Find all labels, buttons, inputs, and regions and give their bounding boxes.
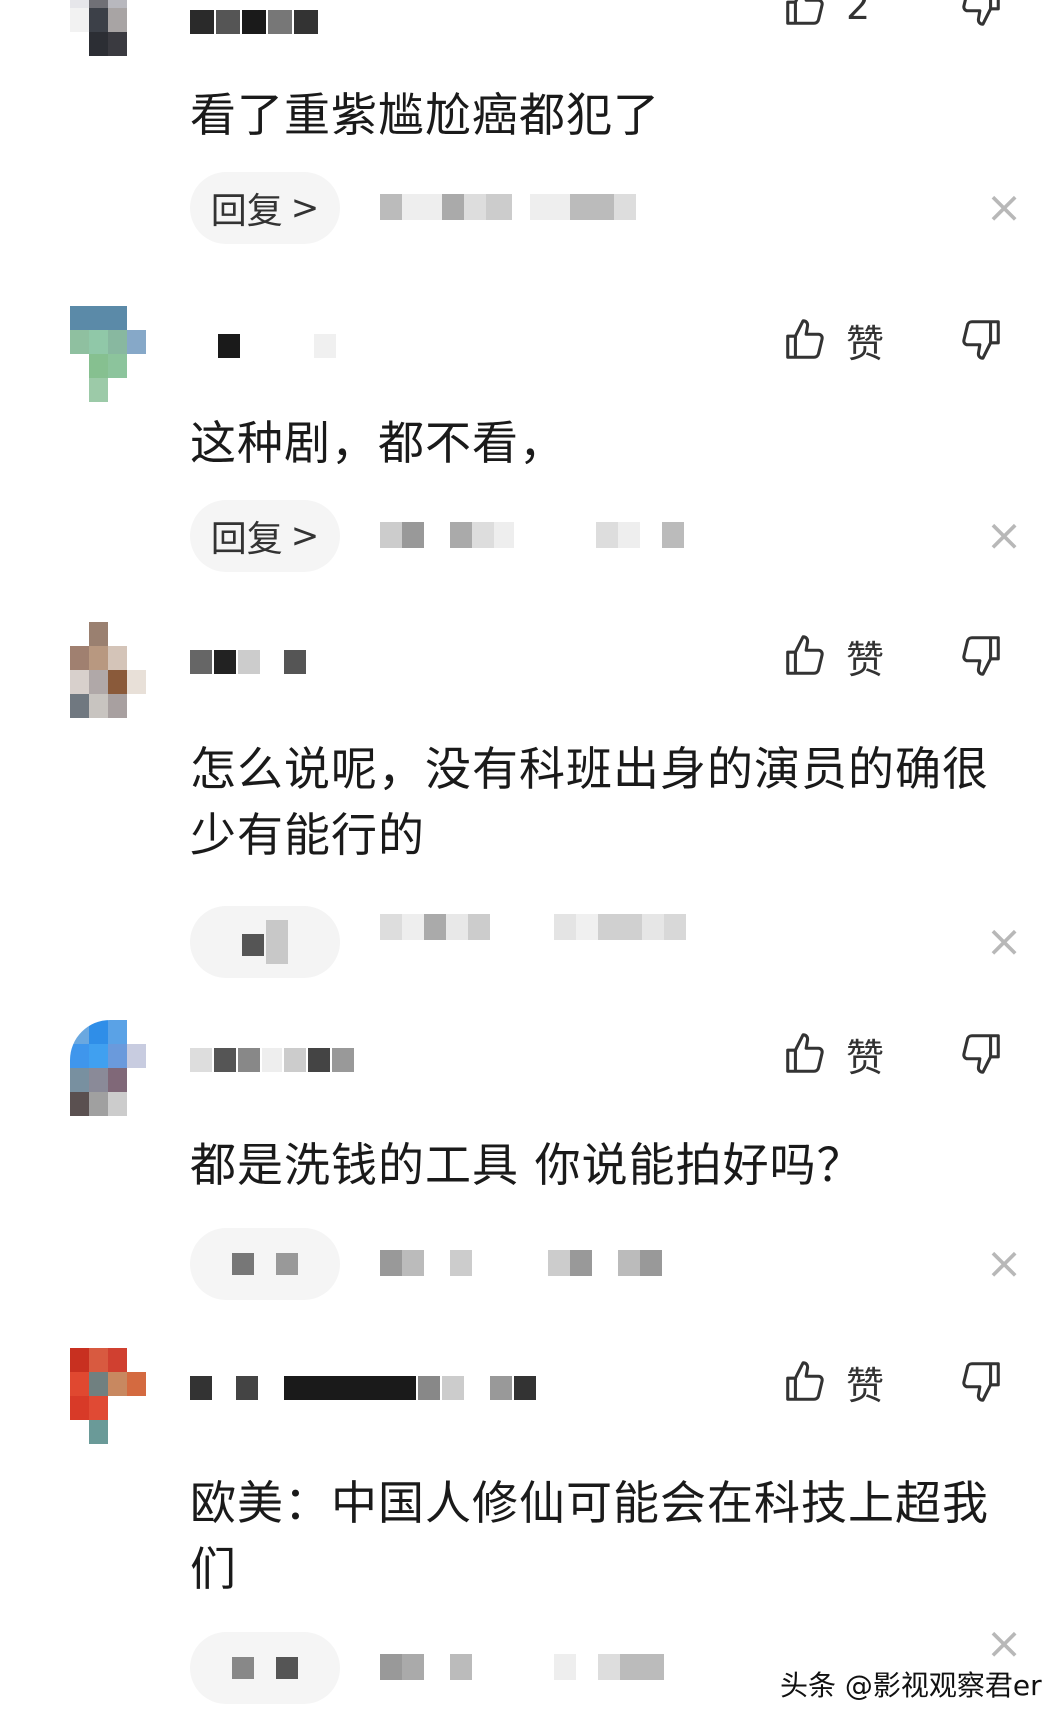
like-button[interactable]: 赞 bbox=[782, 1356, 884, 1408]
comment-meta bbox=[380, 1250, 472, 1278]
comment-time bbox=[596, 522, 684, 550]
username[interactable] bbox=[190, 0, 320, 48]
thumbs-up-icon bbox=[786, 635, 824, 675]
close-icon[interactable]: × bbox=[978, 510, 1030, 562]
comment-text: 这种剧，都不看， bbox=[190, 416, 566, 470]
comment-time bbox=[530, 194, 636, 222]
comment-time bbox=[548, 1250, 662, 1278]
like-label: 赞 bbox=[846, 1363, 885, 1408]
thumbs-up-icon bbox=[786, 319, 824, 359]
username[interactable] bbox=[190, 1362, 538, 1414]
reply-button[interactable] bbox=[190, 1632, 340, 1704]
thumbs-down-icon bbox=[962, 1362, 1000, 1402]
thumbs-down-icon bbox=[962, 636, 1000, 676]
watermark: 头条 @影视观察君er bbox=[780, 1669, 1042, 1702]
thumbs-up-icon bbox=[786, 1033, 824, 1073]
comment-meta bbox=[380, 194, 512, 222]
close-icon[interactable]: × bbox=[978, 182, 1030, 234]
dislike-button[interactable] bbox=[958, 1030, 1006, 1078]
avatar[interactable] bbox=[70, 0, 146, 56]
dislike-button[interactable] bbox=[958, 0, 1006, 30]
dislike-button[interactable] bbox=[958, 1358, 1006, 1406]
thumbs-down-icon bbox=[962, 1034, 1000, 1074]
avatar[interactable] bbox=[70, 622, 146, 718]
avatar[interactable] bbox=[70, 1020, 146, 1116]
like-button[interactable]: 赞 bbox=[782, 630, 884, 682]
like-button[interactable]: 赞 bbox=[782, 1028, 884, 1080]
thumbs-up-icon bbox=[786, 0, 824, 25]
comment-meta bbox=[380, 522, 514, 550]
comment-meta bbox=[380, 914, 490, 942]
like-button[interactable]: 赞 bbox=[782, 314, 884, 366]
chevron-right-icon: > bbox=[290, 188, 320, 228]
comment-actions: × bbox=[190, 1228, 1022, 1300]
comment-time bbox=[554, 1654, 664, 1682]
username[interactable] bbox=[190, 636, 308, 688]
username[interactable] bbox=[190, 1034, 356, 1086]
comment-text: 欧美：中国人修仙可能会在科技上超我们 bbox=[190, 1476, 989, 1596]
reply-button[interactable]: 回复 > bbox=[190, 500, 340, 572]
thumbs-down-icon bbox=[962, 0, 1000, 26]
comment-actions: 回复 > × bbox=[190, 172, 1022, 244]
comment-text: 看了重紫尴尬癌都犯了 bbox=[190, 88, 660, 142]
comment-time bbox=[554, 914, 686, 942]
comment-text: 怎么说呢，没有科班出身的演员的确很少有能行的 bbox=[190, 742, 989, 862]
dislike-button[interactable] bbox=[958, 316, 1006, 364]
reply-label: 回复 bbox=[210, 191, 283, 232]
thumbs-down-icon bbox=[962, 320, 1000, 360]
comment-actions: × bbox=[190, 906, 1022, 978]
comment-text: 都是洗钱的工具 你说能拍好吗？ bbox=[190, 1138, 864, 1192]
comment-meta bbox=[380, 1654, 472, 1682]
close-icon[interactable]: × bbox=[978, 1238, 1030, 1290]
thumbs-up-icon bbox=[786, 1361, 824, 1401]
like-count: 2 bbox=[846, 0, 871, 28]
dislike-button[interactable] bbox=[958, 632, 1006, 680]
chevron-right-icon: > bbox=[290, 516, 320, 556]
reply-label: 回复 bbox=[210, 519, 283, 560]
comment-actions: 回复 > × bbox=[190, 500, 1022, 572]
like-label: 赞 bbox=[846, 1035, 885, 1080]
like-label: 赞 bbox=[846, 321, 885, 366]
username[interactable] bbox=[190, 320, 338, 372]
reply-button[interactable] bbox=[190, 906, 340, 978]
avatar[interactable] bbox=[70, 1348, 146, 1444]
like-label: 赞 bbox=[846, 637, 885, 682]
close-icon[interactable]: × bbox=[978, 1618, 1030, 1670]
reply-button[interactable] bbox=[190, 1228, 340, 1300]
close-icon[interactable]: × bbox=[978, 916, 1030, 968]
like-button[interactable]: 2 bbox=[782, 0, 870, 32]
avatar[interactable] bbox=[70, 306, 146, 402]
reply-button[interactable]: 回复 > bbox=[190, 172, 340, 244]
